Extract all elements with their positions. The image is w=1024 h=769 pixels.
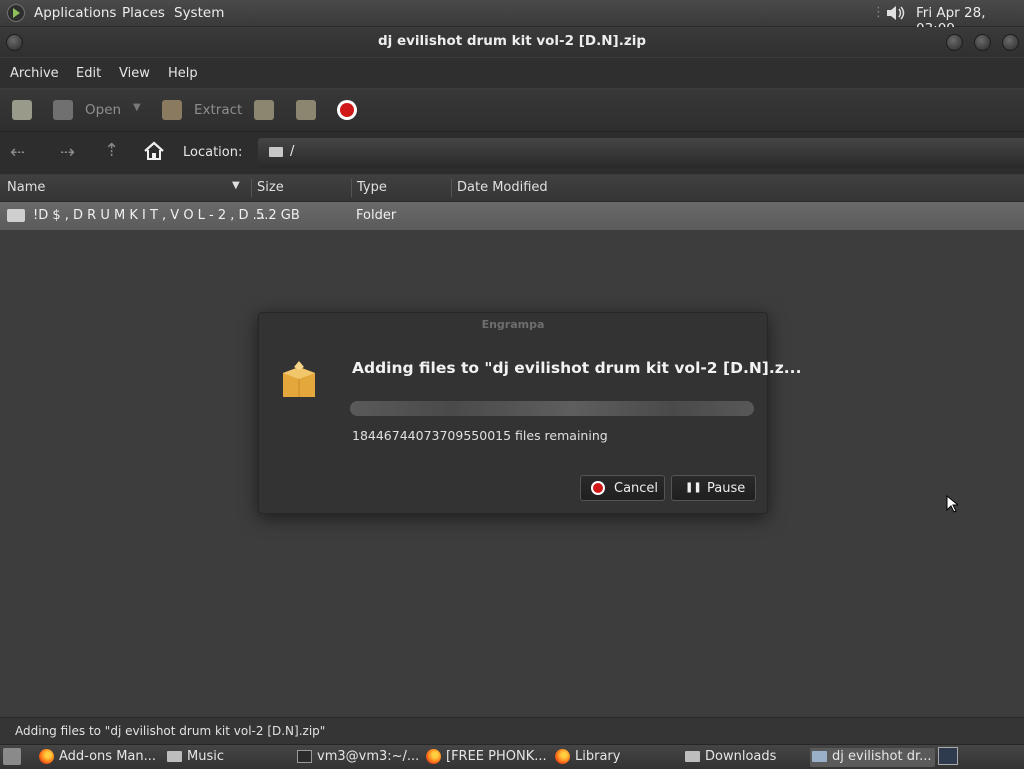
top-panel: Applications Places System ⋮ Fri Apr 28,… — [0, 0, 1024, 37]
menu-view[interactable]: View — [119, 66, 150, 81]
column-divider[interactable] — [251, 179, 252, 197]
close-button[interactable] — [1002, 34, 1019, 51]
cancel-button[interactable]: Cancel — [580, 475, 665, 501]
taskbar-item-addons[interactable]: Add-ons Man... — [37, 748, 162, 767]
distro-logo-icon[interactable] — [7, 4, 25, 22]
column-name[interactable]: Name — [7, 180, 45, 195]
column-divider[interactable] — [451, 179, 452, 197]
firefox-icon — [555, 749, 570, 764]
taskbar-item-label: Add-ons Man... — [59, 749, 157, 764]
table-row[interactable]: !D $ , D R U M K I T , V O L - 2 , D ...… — [0, 202, 1024, 230]
dialog-title: Engrampa — [481, 318, 545, 331]
new-archive-icon[interactable] — [12, 100, 32, 120]
show-desktop-icon[interactable] — [3, 748, 21, 765]
home-icon[interactable] — [143, 140, 165, 166]
terminal-icon — [297, 750, 312, 763]
folder-icon — [7, 209, 25, 222]
column-divider[interactable] — [351, 179, 352, 197]
extract-label: Extract — [194, 102, 243, 118]
taskbar: Add-ons Man... Music vm3@vm3:~/... [FREE… — [0, 744, 1024, 769]
column-date-modified[interactable]: Date Modified — [457, 180, 548, 195]
menu-edit[interactable]: Edit — [76, 66, 101, 81]
taskbar-item-phonk[interactable]: [FREE PHONK... — [424, 748, 549, 767]
taskbar-item-label: vm3@vm3:~/... — [317, 749, 420, 764]
cancel-icon — [591, 481, 605, 495]
taskbar-item-label: Library — [575, 749, 621, 764]
menu-help[interactable]: Help — [168, 66, 198, 81]
taskbar-item-library[interactable]: Library — [553, 748, 678, 767]
taskbar-item-label: [FREE PHONK... — [446, 749, 547, 764]
extract-icon — [162, 100, 182, 120]
location-field[interactable]: / — [258, 138, 1024, 168]
forward-icon[interactable]: ⇢ — [60, 142, 75, 163]
folder-icon — [167, 751, 182, 762]
volume-icon[interactable] — [884, 2, 906, 28]
taskbar-item-music[interactable]: Music — [165, 748, 290, 767]
file-name: !D $ , D R U M K I T , V O L - 2 , D ... — [33, 208, 266, 223]
up-icon[interactable]: ⇡ — [104, 140, 119, 161]
taskbar-item-label: dj evilishot dr... — [832, 749, 932, 764]
minimize-button[interactable] — [946, 34, 963, 51]
open-label: Open — [85, 102, 122, 118]
back-icon[interactable]: ⇠ — [10, 142, 25, 163]
applications-menu[interactable]: Applications — [34, 5, 116, 21]
stop-button[interactable] — [337, 100, 357, 120]
places-menu[interactable]: Places — [122, 5, 165, 21]
column-size[interactable]: Size — [257, 180, 284, 195]
folder-icon — [269, 147, 283, 157]
system-menu[interactable]: System — [174, 5, 224, 21]
toolbar: Open ▼ Extract — [0, 89, 1024, 132]
maximize-button[interactable] — [974, 34, 991, 51]
pause-icon: ❚❚ — [685, 482, 702, 493]
add-folder-icon[interactable] — [296, 100, 316, 120]
mouse-cursor-icon — [946, 494, 960, 517]
location-path: / — [290, 144, 295, 159]
taskbar-item-engrampa[interactable]: dj evilishot dr... — [810, 748, 935, 767]
taskbar-item-label: Music — [187, 749, 224, 764]
window-titlebar[interactable]: dj evilishot drum kit vol-2 [D.N].zip — [0, 27, 1024, 57]
add-files-icon[interactable] — [254, 100, 274, 120]
open-button[interactable]: Open ▼ — [50, 97, 145, 123]
column-type[interactable]: Type — [357, 180, 387, 195]
chevron-down-icon[interactable]: ▼ — [133, 102, 141, 113]
status-bar: Adding files to "dj evilishot drum kit v… — [0, 717, 1024, 744]
file-size: 5.2 GB — [256, 208, 300, 223]
column-headers: Name ▼ Size Type Date Modified — [0, 175, 1024, 202]
sort-descending-icon[interactable]: ▼ — [232, 180, 240, 191]
pause-label: Pause — [707, 481, 746, 496]
cancel-label: Cancel — [614, 481, 659, 496]
pause-button[interactable]: ❚❚ Pause — [671, 475, 756, 501]
folder-icon — [685, 751, 700, 762]
archive-icon — [812, 751, 827, 762]
taskbar-item-label: Downloads — [705, 749, 777, 764]
progress-bar — [350, 401, 754, 416]
window-title: dj evilishot drum kit vol-2 [D.N].zip — [377, 33, 646, 49]
menubar: Archive Edit View Help — [0, 58, 1024, 88]
location-label: Location: — [183, 145, 243, 160]
files-remaining: 18446744073709550015 files remaining — [352, 428, 608, 443]
file-type: Folder — [356, 208, 397, 223]
taskbar-item-downloads[interactable]: Downloads — [683, 748, 808, 767]
firefox-icon — [39, 749, 54, 764]
firefox-icon — [426, 749, 441, 764]
dialog-heading: Adding files to "dj evilishot drum kit v… — [352, 359, 802, 377]
status-text: Adding files to "dj evilishot drum kit v… — [15, 724, 326, 738]
taskbar-item-terminal[interactable]: vm3@vm3:~/... — [295, 748, 420, 767]
open-icon — [53, 100, 73, 120]
archive-package-icon — [281, 359, 317, 405]
stop-icon — [340, 103, 354, 117]
workspace-switcher-icon[interactable] — [938, 747, 958, 765]
progress-dialog: Engrampa Adding files to "dj evilishot d… — [258, 312, 801, 514]
menu-archive[interactable]: Archive — [10, 66, 59, 81]
extract-button[interactable]: Extract — [160, 97, 243, 123]
